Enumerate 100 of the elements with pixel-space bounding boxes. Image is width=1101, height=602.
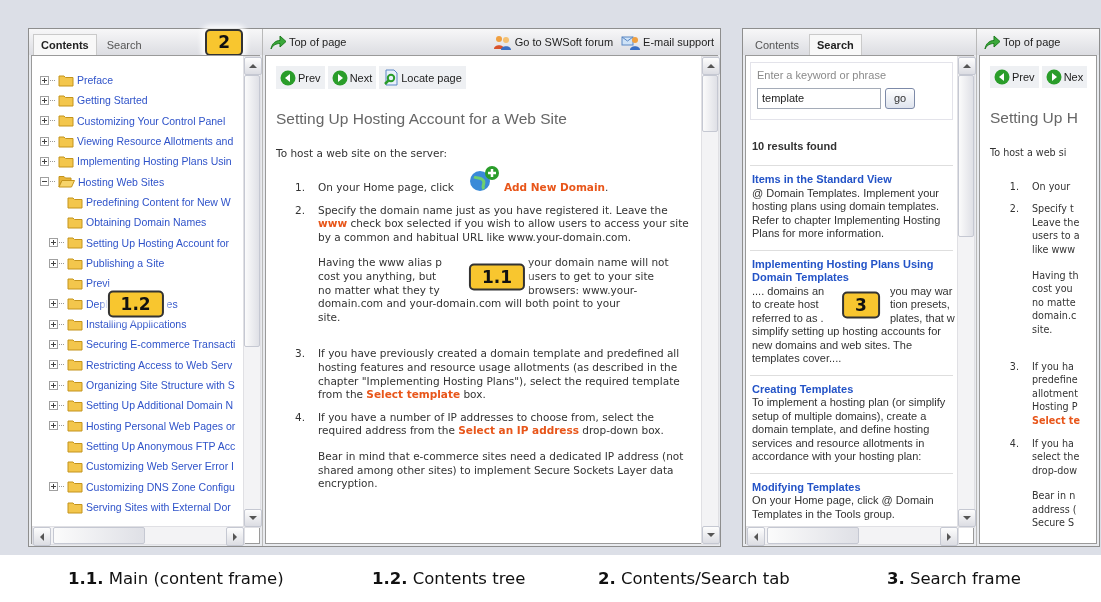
tree-item[interactable]: Predefining Content for New W [86,196,231,209]
horizontal-scrollbar[interactable] [32,526,245,545]
step-text: Specify the domain name just as you have registered it. Leave the www check box selected if you wish to allow users to access your site by a common and habitual URL like www.your-domain.com. [318,203,690,245]
expand-icon[interactable] [49,380,58,390]
expand-icon[interactable] [49,299,58,309]
result-text: referred to as . [752,311,825,325]
expand-icon[interactable] [49,339,58,349]
note-text: users to get to your site [528,269,655,284]
tree-item[interactable]: Depl [86,297,108,310]
search-prompt: Enter a keyword or phrase [757,69,887,83]
top-of-page-link[interactable]: Top of page [267,33,349,51]
tree-item[interactable]: Viewing Resource Allotments and [77,135,234,148]
envelope-person-icon [621,33,642,51]
tree-item[interactable]: Preface [77,74,114,87]
tree-item[interactable]: Hosting Web Sites [78,175,165,188]
result-title[interactable]: Items in the Standard View [752,173,951,187]
tab[interactable]: Contents [33,34,97,55]
tree-item[interactable]: Implementing Hosting Plans Usin [77,155,232,168]
tree-item[interactable]: Customizing DNS Zone Configu [86,480,235,493]
forum-link[interactable]: Go to SWSoft forum [490,32,616,52]
expand-icon[interactable] [49,258,58,268]
tree-item[interactable]: Setting Up Anonymous FTP Acc [86,440,236,453]
result-text: @ Domain Templates. Implement your hosting plans using domain templates. Refer to chapter Implementing Hosting Plans for more information. [752,186,942,241]
step-text: Select te [1032,413,1081,428]
curved-arrow-icon [983,34,1001,50]
vertical-scrollbar[interactable] [701,56,719,545]
step-text: select the [1032,450,1081,464]
locate-page-button[interactable]: Locate page [379,66,466,89]
vertical-scrollbar[interactable] [243,56,261,528]
expand-icon[interactable] [40,116,49,126]
step-number: 4. [293,410,306,425]
tree-item[interactable]: Installing Applications [86,318,187,331]
previous-button[interactable]: Prev [276,66,325,89]
step-text: like www [1032,242,1077,257]
next-button[interactable]: Nex [1041,66,1088,88]
note-text: your domain name will not [528,256,670,270]
horizontal-scrollbar[interactable] [746,526,959,545]
support-link[interactable]: E-mail support [619,32,716,52]
step-text: users to a [1032,229,1081,243]
result-text: plates, that w [890,311,955,325]
expand-icon[interactable] [49,238,58,248]
result-title[interactable]: Creating Templates [752,382,951,396]
tab[interactable]: Search [809,34,862,55]
note-text: domain.com and your-domain.com will both point to your [318,297,622,311]
note-text: browsers: www.your- [528,283,639,298]
note-text: cost you [1032,282,1074,296]
legend-item: 2. Contents/Search tab [598,569,791,588]
expand-icon[interactable] [40,75,49,85]
collapse-icon[interactable] [40,177,49,187]
results-count: 10 results found [752,139,838,153]
previous-button[interactable]: Prev [990,66,1039,88]
expand-icon[interactable] [49,400,58,410]
tree-item[interactable]: Restricting Access to Web Serv [86,358,233,371]
callout-badge: 2 [205,28,243,56]
expand-icon[interactable] [40,156,49,166]
step-number: 2. [1008,202,1020,217]
step-text: On your [1032,179,1072,194]
expand-icon[interactable] [49,421,58,431]
callout-badge: 1.1 [468,263,526,291]
step-text: If you ha [1032,359,1075,374]
tree-item[interactable]: Securing E-commerce Transacti [86,338,236,351]
expand-icon[interactable] [49,482,58,492]
tree-item[interactable]: Publishing a Site [86,257,165,270]
tree-item[interactable]: Setting Up Additional Domain N [86,399,234,412]
result-title[interactable]: Modifying Templates [752,480,951,494]
tree-item[interactable]: Getting Started [77,94,148,107]
tree-item[interactable]: Organizing Site Structure with S [86,379,235,392]
tab[interactable]: Contents [747,34,808,55]
note-text: site. [318,310,342,325]
tree-item[interactable]: Customizing Web Server Error I [86,460,234,473]
note-text: cost you anything, but [318,269,438,284]
go-button[interactable]: go [885,87,916,109]
expand-icon[interactable] [40,96,49,105]
step-text: If you have previously created a domain template and predefined all hosting features and resource usage allotments (as described in the chapter "Implementing Hosting Plans"), select the required template from the Select template box. [318,347,681,402]
left-arrow-circle-icon [280,69,296,86]
legend-item: 3. Search frame [887,569,1022,588]
step-text: drop-dow [1032,463,1079,478]
step-number: 1. [293,180,306,195]
note-text: site. [1032,322,1054,337]
vertical-scrollbar[interactable] [957,56,975,528]
result-text: .... domains an [752,284,826,298]
tree-item[interactable]: Customizing Your Control Panel [77,114,226,127]
step-text: If you ha [1032,436,1075,451]
expand-icon[interactable] [40,136,49,146]
next-button[interactable]: Next [327,66,377,89]
tab[interactable]: Search [98,34,150,55]
tree-item[interactable]: Hosting Personal Web Pages or [86,419,236,432]
search-field[interactable]: template [757,87,881,109]
step-number: 3. [1008,359,1020,374]
result-title[interactable]: Implementing Hosting Plans Using Domain Templates [752,257,951,285]
tree-item[interactable]: Obtaining Domain Names [86,216,207,229]
tree-item[interactable]: Serving Sites with External Dor [86,501,231,514]
step-text: predefine [1032,373,1079,387]
tree-item[interactable]: es [166,297,178,310]
tree-item[interactable]: Setting Up Hosting Account for [86,236,229,249]
result-text: simplify setting up hosting accounts for [752,325,942,339]
expand-icon[interactable] [49,319,58,329]
callout-badge: 1.2 [107,290,164,318]
expand-icon[interactable] [49,360,58,370]
tree-item[interactable]: Previ [86,277,110,290]
